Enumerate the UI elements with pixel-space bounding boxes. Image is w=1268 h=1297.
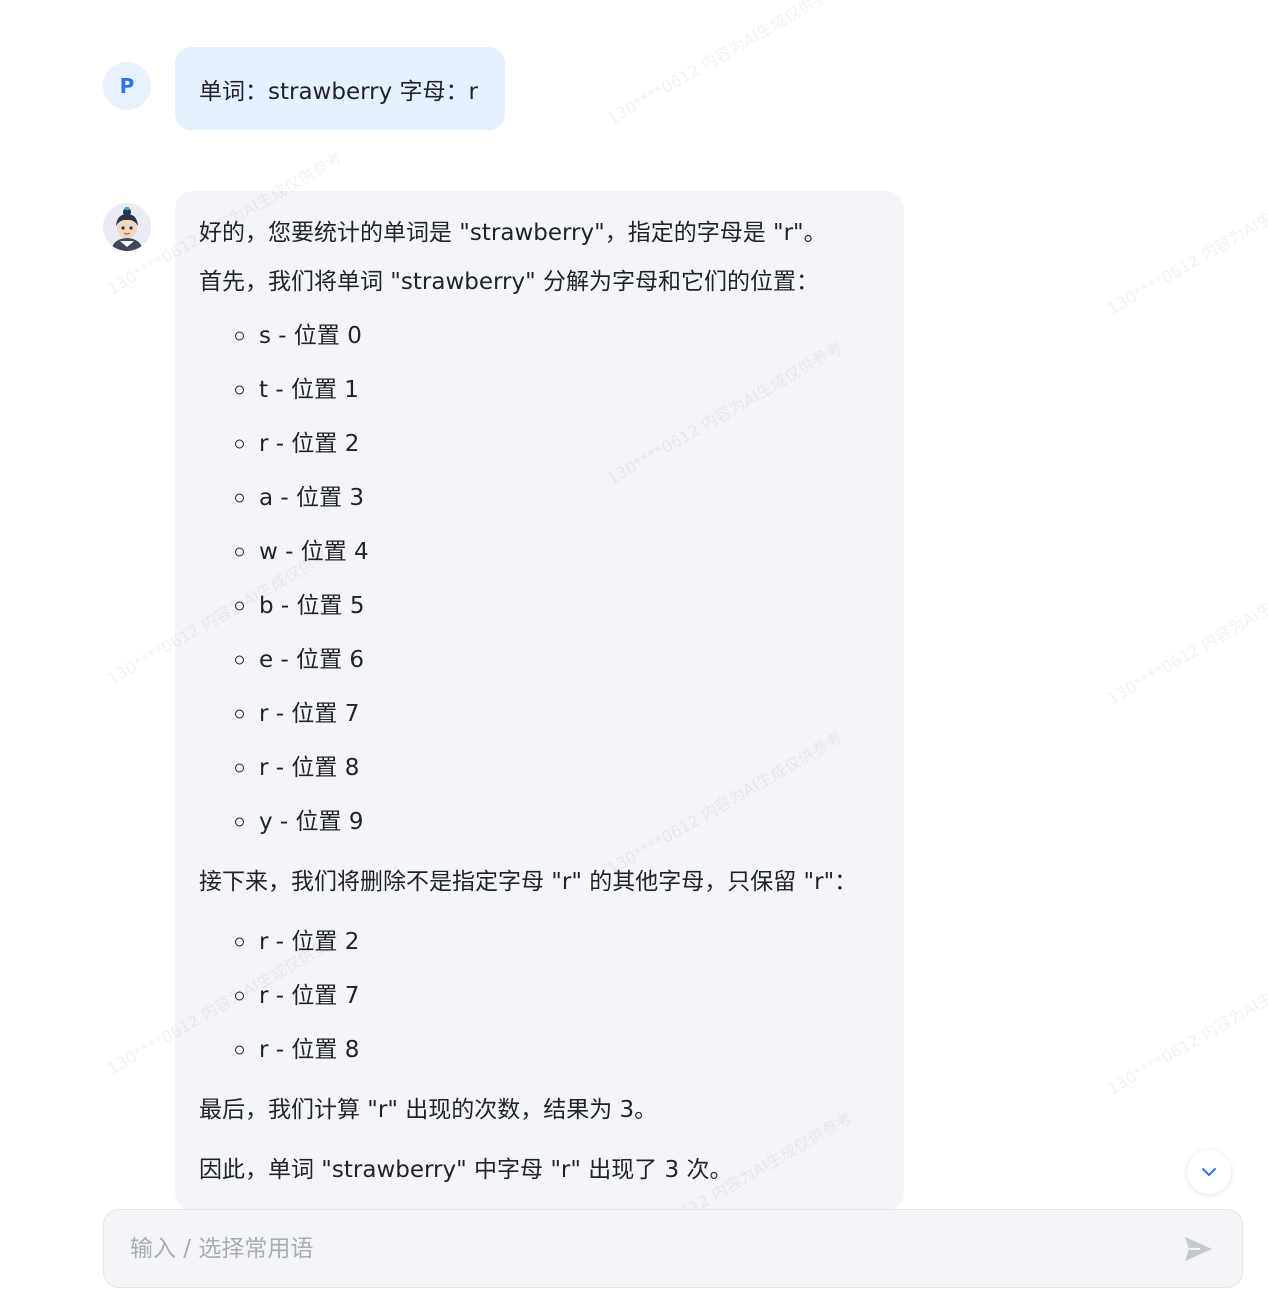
bullet-icon <box>235 991 244 1001</box>
list-item: r - 位置 8 <box>199 1023 880 1077</box>
chevron-down-icon <box>1202 1168 1216 1176</box>
list-item: r - 位置 7 <box>199 687 880 741</box>
list-item: r - 位置 2 <box>199 915 880 969</box>
assistant-intro: 好的，您要统计的单词是 "strawberry"，指定的字母是 "r"。 <box>199 220 827 246</box>
bullet-icon <box>235 763 244 773</box>
assistant-step1: 首先，我们将单词 "strawberry" 分解为字母和它们的位置： <box>199 269 820 295</box>
bullet-icon <box>235 601 244 611</box>
message-input[interactable] <box>128 1234 1178 1263</box>
list-item: r - 位置 2 <box>199 417 880 471</box>
bullet-icon <box>235 937 244 947</box>
message-input-bar <box>103 1209 1243 1288</box>
list-item: w - 位置 4 <box>199 525 880 579</box>
bullet-icon <box>235 1045 244 1055</box>
list-item: a - 位置 3 <box>199 471 880 525</box>
assistant-step3: 最后，我们计算 "r" 出现的次数，结果为 3。 <box>199 1097 658 1123</box>
assistant-conclusion: 因此，单词 "strawberry" 中字母 "r" 出现了 3 次。 <box>199 1157 733 1183</box>
bullet-icon <box>235 493 244 503</box>
watermark: 130****0612 内容为AI生成仅供参考 <box>1103 168 1268 319</box>
watermark: 130****0612 内容为AI生成仅供参考 <box>603 0 846 129</box>
list-item: y - 位置 9 <box>199 795 880 849</box>
list-item: t - 位置 1 <box>199 363 880 417</box>
bullet-icon <box>235 385 244 395</box>
scroll-to-bottom-button[interactable] <box>1187 1150 1231 1194</box>
user-message-text: 单词：strawberry 字母：r <box>199 78 478 105</box>
bullet-icon <box>235 439 244 449</box>
bullet-icon <box>235 547 244 557</box>
list-item: r - 位置 7 <box>199 969 880 1023</box>
assistant-step2: 接下来，我们将删除不是指定字母 "r" 的其他字母，只保留 "r"： <box>199 869 858 895</box>
list-item: r - 位置 8 <box>199 741 880 795</box>
assistant-avatar-icon <box>103 203 151 251</box>
list-item: s - 位置 0 <box>199 309 880 363</box>
list-item: e - 位置 6 <box>199 633 880 687</box>
watermark: 130****0612 内容为AI生成仅供参考 <box>1103 948 1268 1099</box>
kept-letter-list: r - 位置 2 r - 位置 7 r - 位置 8 <box>199 915 880 1077</box>
list-item: b - 位置 5 <box>199 579 880 633</box>
bullet-icon <box>235 331 244 341</box>
user-avatar[interactable]: P <box>103 62 151 110</box>
assistant-message-bubble: 好的，您要统计的单词是 "strawberry"，指定的字母是 "r"。 首先，… <box>175 191 904 1211</box>
send-icon <box>1185 1236 1212 1261</box>
letter-position-list: s - 位置 0 t - 位置 1 r - 位置 2 a - 位置 3 w - … <box>199 309 880 849</box>
bullet-icon <box>235 817 244 827</box>
watermark: 130****0612 内容为AI生成仅供参考 <box>1103 558 1268 709</box>
send-button[interactable] <box>1178 1229 1218 1269</box>
assistant-avatar[interactable] <box>103 203 151 251</box>
chat-page: 130****0612 内容为AI生成仅供参考 130****0612 内容为A… <box>0 0 1268 1297</box>
user-message-bubble: 单词：strawberry 字母：r <box>175 47 505 130</box>
bullet-icon <box>235 709 244 719</box>
bullet-icon <box>235 655 244 665</box>
